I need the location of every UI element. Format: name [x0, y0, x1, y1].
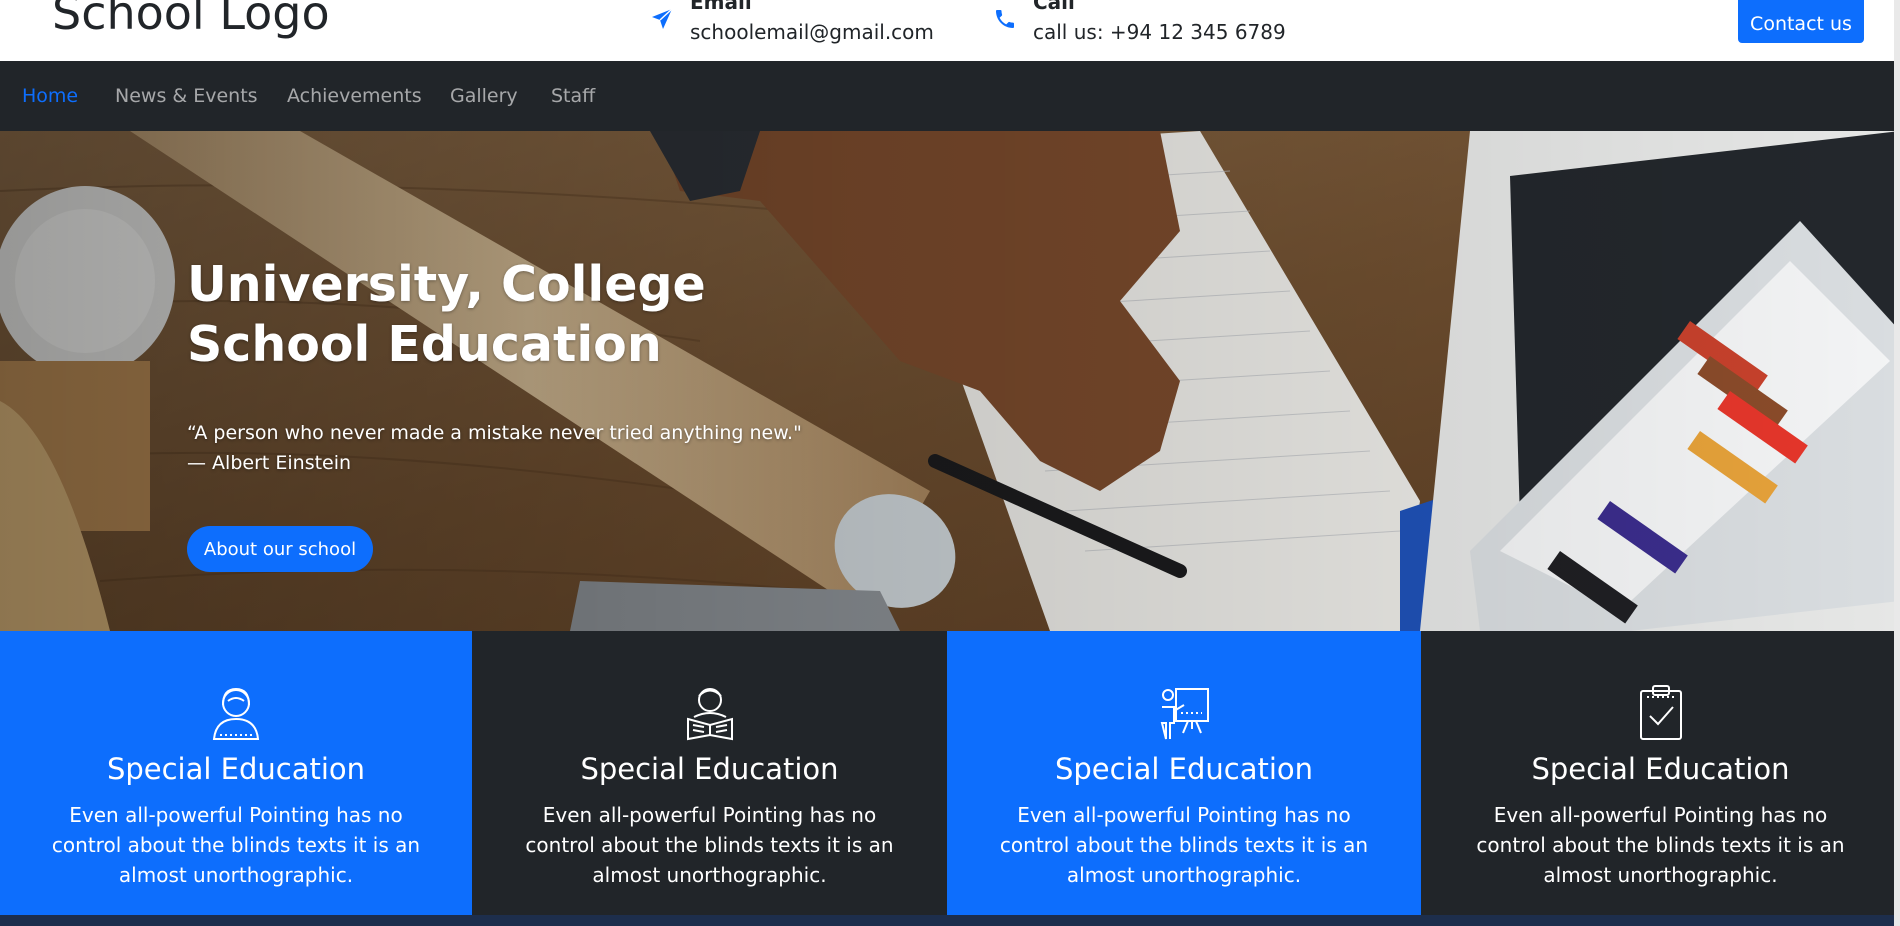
hero-quote: “A person who never made a mistake never… [187, 418, 802, 478]
bottom-strip [0, 915, 1900, 926]
feature-card-4: Special Education Even all-powerful Poin… [1421, 631, 1900, 915]
email-label: Email [690, 0, 752, 14]
hero-quote-author: — Albert Einstein [187, 452, 352, 474]
student-reading-icon [686, 688, 733, 741]
hero-section: University, College School Education “A … [0, 131, 1900, 631]
call-value[interactable]: call us: +94 12 345 6789 [1033, 20, 1286, 44]
nav-item-news-events[interactable]: News & Events [115, 85, 258, 107]
nav-item-staff[interactable]: Staff [551, 85, 595, 107]
feature-title: Special Education [1054, 752, 1314, 786]
hero-title-line-1: University, College [187, 256, 706, 313]
feature-title: Special Education [1531, 752, 1790, 786]
hero-title: University, College School Education [187, 255, 706, 375]
feature-text: Even all-powerful Pointing has no contro… [51, 803, 421, 887]
about-our-school-button[interactable]: About our school [187, 526, 373, 572]
nav-item-gallery[interactable]: Gallery [450, 85, 518, 107]
nav-item-achievements[interactable]: Achievements [287, 85, 422, 107]
contact-us-button[interactable]: Contact us [1738, 0, 1864, 43]
email-value[interactable]: schoolemail@gmail.com [690, 20, 934, 44]
feature-card-1: Special Education Even all-powerful Poin… [0, 631, 472, 915]
feature-card-3: Special Education Even all-powerful Poin… [947, 631, 1421, 915]
feature-text: Even all-powerful Pointing has no contro… [525, 803, 894, 887]
hero-quote-text: “A person who never made a mistake never… [187, 422, 802, 444]
feature-text: Even all-powerful Pointing has no contro… [1476, 803, 1845, 887]
phone-icon [996, 10, 1014, 28]
female-student-icon [212, 687, 260, 740]
feature-title: Special Education [580, 752, 839, 786]
paper-plane-icon [652, 8, 673, 29]
school-logo[interactable]: School Logo [52, 0, 330, 40]
feature-card-2: Special Education Even all-powerful Poin… [472, 631, 947, 915]
clipboard-check-icon [1639, 685, 1682, 740]
call-label: Call [1033, 0, 1075, 14]
feature-text: Even all-powerful Pointing has no contro… [999, 803, 1369, 887]
feature-title: Special Education [106, 752, 366, 786]
top-header: School Logo Email schoolemail@gmail.com … [0, 0, 1900, 61]
main-navbar: Home News & Events Achievements Gallery … [0, 61, 1900, 131]
features-section: Special Education Even all-powerful Poin… [0, 631, 1900, 915]
scrollbar[interactable] [1894, 0, 1900, 926]
nav-item-home[interactable]: Home [22, 85, 78, 107]
teacher-board-icon [1160, 688, 1209, 740]
hero-title-line-2: School Education [187, 316, 662, 373]
